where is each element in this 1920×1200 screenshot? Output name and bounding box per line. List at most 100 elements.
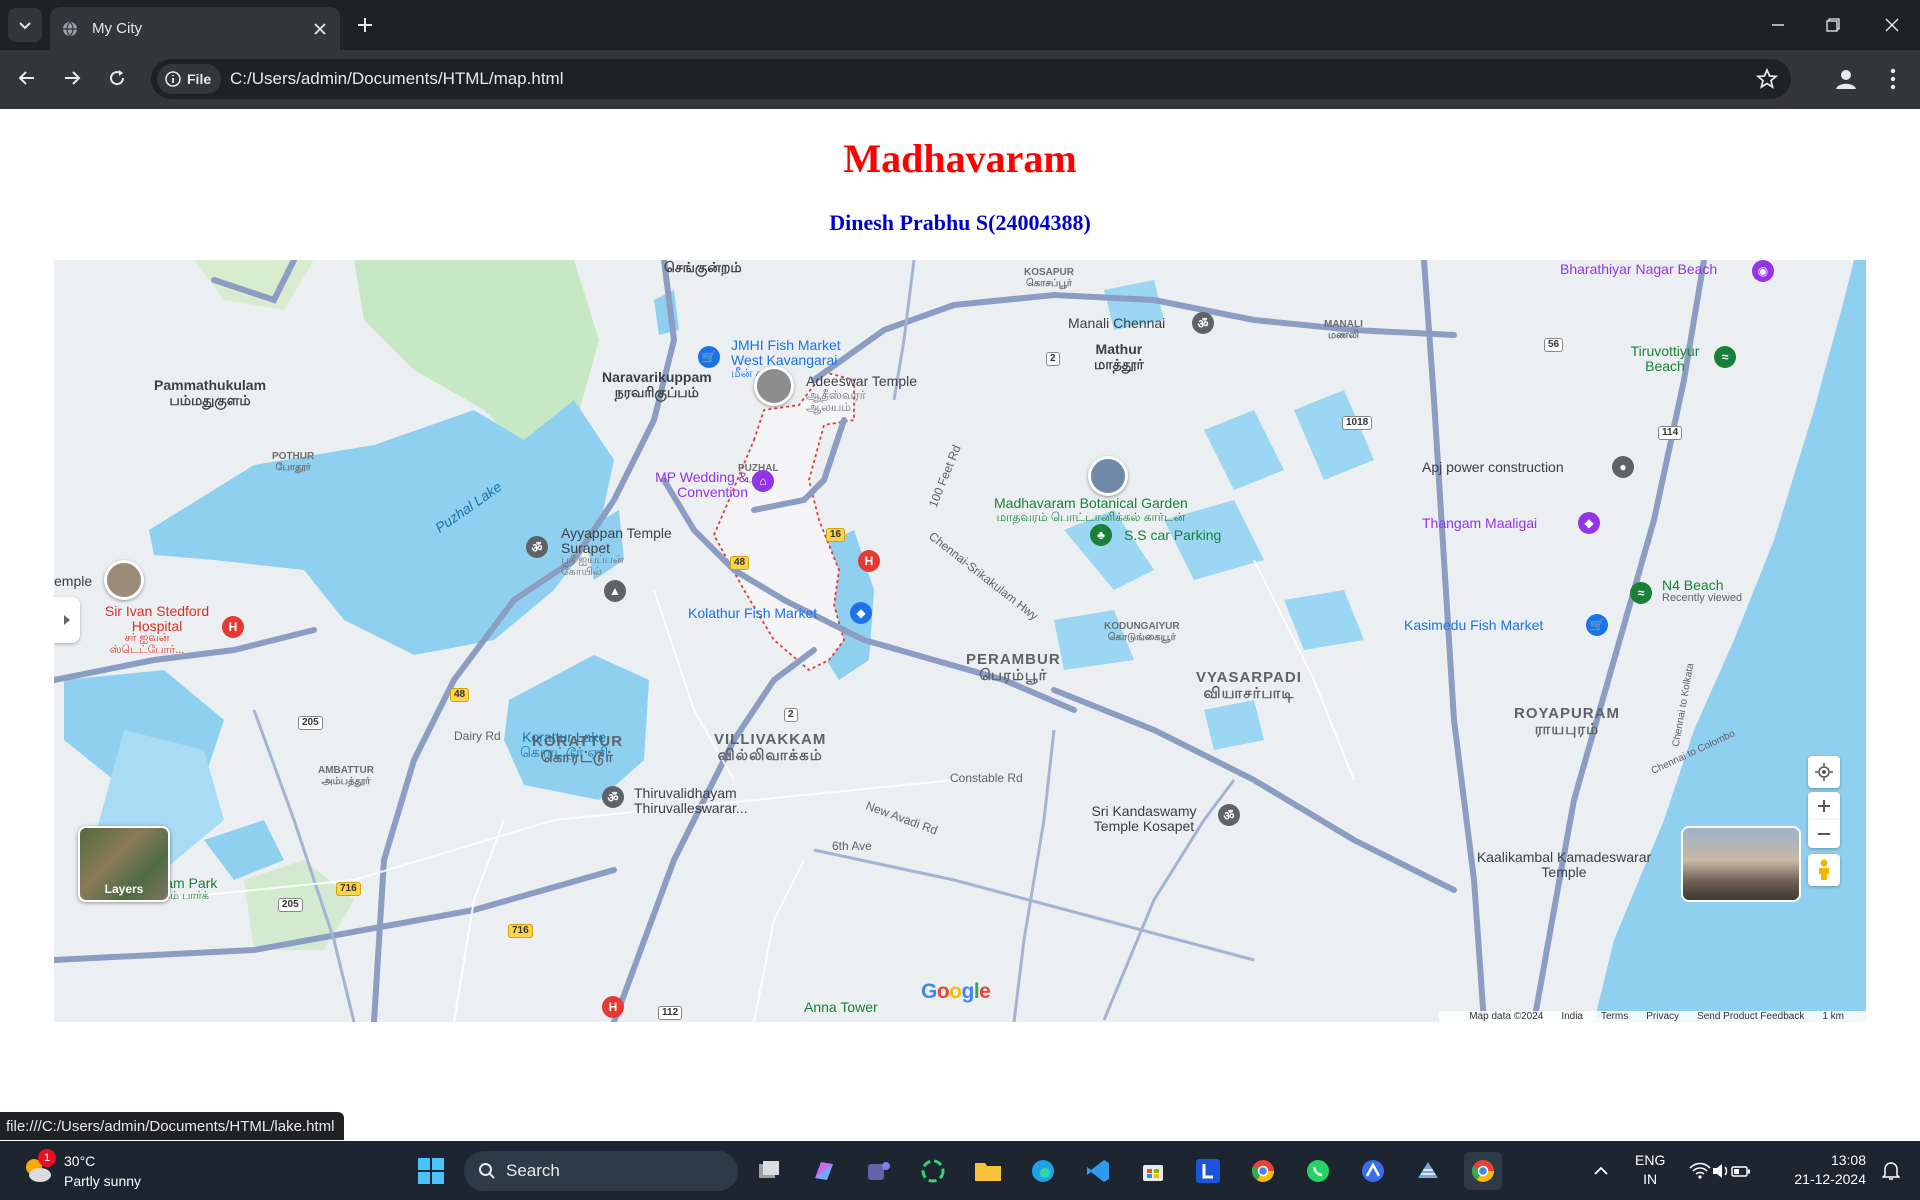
attribution-terms-link[interactable]: Terms <box>1601 1011 1628 1022</box>
volume-icon <box>1713 1164 1728 1178</box>
reload-button[interactable] <box>100 61 134 95</box>
temple-icon[interactable]: ॐ <box>526 536 548 558</box>
copilot-icon[interactable] <box>805 1152 843 1190</box>
route-shield: 2 <box>1046 352 1060 366</box>
poi-thangam-maaligai[interactable]: Thangam Maaligai <box>1422 516 1537 531</box>
attribution-region[interactable]: India <box>1561 1011 1583 1022</box>
poi-bharathiyar-nagar-beach[interactable]: Bharathiyar Nagar Beach <box>1560 262 1717 277</box>
camera-icon[interactable]: ◉ <box>1752 260 1774 282</box>
poi-sir-ivan-stedford-hospital[interactable]: Sir Ivan Stedford Hospital சர் ஐவன் ஸ்டெட… <box>92 604 222 656</box>
layers-button[interactable]: Layers <box>78 826 170 902</box>
edge-icon[interactable] <box>1024 1152 1062 1190</box>
adeeswar-temple-photo[interactable] <box>754 366 794 406</box>
poi-kasimedu-fish-market[interactable]: Kasimedu Fish Market <box>1404 618 1543 633</box>
poi-adeeswar-temple[interactable]: Adeeswar Temple ஆதீஸ்வரர் ஆலயம் <box>806 374 917 414</box>
more-menu-icon[interactable] <box>1877 63 1909 95</box>
page-content: Madhavaram Dinesh Prabhu S(24004388) Pam… <box>0 109 1920 1141</box>
notifications-button[interactable] <box>1874 1152 1908 1190</box>
start-button[interactable] <box>412 1152 450 1190</box>
network-app-icon[interactable] <box>1409 1152 1447 1190</box>
l-app-icon[interactable] <box>1189 1152 1227 1190</box>
clock[interactable]: 13:08 21-12-2024 <box>1780 1151 1866 1189</box>
temple-photo[interactable] <box>104 560 144 600</box>
hospital-icon[interactable]: H <box>858 550 880 572</box>
attribution-privacy-link[interactable]: Privacy <box>1646 1011 1679 1022</box>
tab-search-button[interactable] <box>8 8 42 42</box>
map-attribution: Map data ©2024 India Terms Privacy Send … <box>1439 1011 1866 1022</box>
tab-close-button[interactable] <box>310 19 330 39</box>
pegman-button[interactable] <box>1808 854 1840 886</box>
poi-tiruvottiyur-beach[interactable]: Tiruvottiyur Beach <box>1610 344 1720 374</box>
parking-tree-icon[interactable]: ♣ <box>1090 524 1112 546</box>
attribution-feedback-link[interactable]: Send Product Feedback <box>1697 1011 1804 1022</box>
forward-button[interactable] <box>55 61 89 95</box>
language-indicator[interactable]: ENG IN <box>1635 1151 1665 1189</box>
poi-kaalikambal-temple[interactable]: Kaalikambal Kamadeswarar Temple <box>1474 850 1654 880</box>
chrome-icon[interactable] <box>1464 1152 1502 1190</box>
shopping-cart-icon[interactable]: 🛒 <box>698 346 720 368</box>
weather-badge: 1 <box>38 1149 56 1167</box>
hospital-icon[interactable]: H <box>602 996 624 1018</box>
whatsapp-icon[interactable] <box>1299 1152 1337 1190</box>
new-tab-button[interactable] <box>352 12 378 38</box>
poi-sri-kandaswamy-temple[interactable]: Sri Kandaswamy Temple Kosapet <box>1074 804 1214 834</box>
site-info-chip[interactable]: File <box>157 64 222 94</box>
address-bar[interactable]: File C:/Users/admin/Documents/HTML/map.h… <box>151 59 1791 99</box>
event-venue-icon[interactable]: ⌂ <box>752 470 774 492</box>
poi-n4-beach[interactable]: N4 Beach Recently viewed <box>1662 578 1742 604</box>
map-sidebar-toggle[interactable] <box>54 597 80 643</box>
poi-temple-partial[interactable]: emple <box>54 574 92 589</box>
hospital-icon[interactable]: H <box>222 616 244 638</box>
my-location-button[interactable] <box>1808 756 1840 788</box>
sync-app-icon[interactable] <box>914 1152 952 1190</box>
vpn-app-icon[interactable] <box>1354 1152 1392 1190</box>
network-glyph <box>1418 1162 1438 1178</box>
vscode-icon[interactable] <box>1079 1152 1117 1190</box>
poi-manali-chennai[interactable]: Manali Chennai <box>1068 316 1165 331</box>
poi-thiruvalidhayam[interactable]: Thiruvalidhayam Thiruvalleswarar... <box>634 786 784 816</box>
temple-icon[interactable]: ॐ <box>602 786 624 808</box>
weather-widget[interactable]: 1 30°C Partly sunny <box>22 1149 152 1193</box>
google-map[interactable]: Pammathukulam பம்மதுகுளம் Naravarikuppam ந… <box>54 260 1866 1022</box>
teams-icon[interactable] <box>860 1152 898 1190</box>
shopping-cart-icon[interactable]: 🛒 <box>1586 614 1608 636</box>
task-view-icon[interactable] <box>750 1152 788 1190</box>
profile-icon[interactable] <box>1830 63 1862 95</box>
chrome-profile-icon[interactable] <box>1244 1152 1282 1190</box>
taskbar-search[interactable]: Search <box>464 1151 738 1191</box>
file-explorer-icon[interactable] <box>969 1152 1007 1190</box>
place-pin-icon[interactable]: ● <box>1612 456 1634 478</box>
poi-apj-power-construction[interactable]: Apj power construction <box>1422 460 1564 475</box>
shopping-bag-icon[interactable]: ◆ <box>1578 512 1600 534</box>
beach-icon[interactable]: ≈ <box>1714 346 1736 368</box>
system-tray-icons[interactable] <box>1680 1152 1760 1190</box>
temple-icon[interactable]: ॐ <box>1192 312 1214 334</box>
close-window-button[interactable] <box>1870 8 1914 42</box>
store-icon[interactable] <box>1134 1152 1172 1190</box>
back-button[interactable] <box>10 61 44 95</box>
poi-madhavaram-botanical-garden[interactable]: Madhavaram Botanical Garden மாதவரம் பொட்ட… <box>994 496 1188 523</box>
map-scale[interactable]: 1 km <box>1822 1011 1844 1022</box>
tab-my-city[interactable]: My City <box>50 7 340 50</box>
minimize-button[interactable] <box>1756 8 1800 42</box>
street-view-thumbnail[interactable] <box>1681 826 1801 902</box>
shopping-bag-icon[interactable]: ◆ <box>850 602 872 624</box>
url-text[interactable]: C:/Users/admin/Documents/HTML/map.html <box>230 69 563 89</box>
route-shield: 2 <box>784 708 798 722</box>
google-logo: Google <box>921 980 991 1003</box>
poi-anna-tower[interactable]: Anna Tower <box>804 1000 878 1015</box>
poi-kolathur-fish-market[interactable]: Kolathur Fish Market <box>688 606 817 621</box>
poi-ayyappan-temple[interactable]: Ayyappan Temple Surapet ஸ்ரீ ஐயப்பன் கோயி… <box>561 526 691 578</box>
zoom-out-button[interactable] <box>1808 820 1840 848</box>
bookmark-star-icon[interactable] <box>1755 67 1779 91</box>
poi-ss-car-parking[interactable]: S.S car Parking <box>1124 528 1221 543</box>
zoom-in-button[interactable] <box>1808 792 1840 820</box>
botanical-garden-photo[interactable] <box>1088 456 1128 496</box>
poi-mp-wedding[interactable]: MP Wedding & Convention <box>648 470 748 500</box>
beach-icon[interactable]: ≈ <box>1630 582 1652 604</box>
school-icon[interactable]: ▲ <box>604 580 626 602</box>
browser-toolbar: File C:/Users/admin/Documents/HTML/map.h… <box>0 50 1920 109</box>
restore-button[interactable] <box>1811 8 1855 42</box>
tray-overflow-button[interactable] <box>1582 1152 1620 1190</box>
temple-icon[interactable]: ॐ <box>1218 804 1240 826</box>
